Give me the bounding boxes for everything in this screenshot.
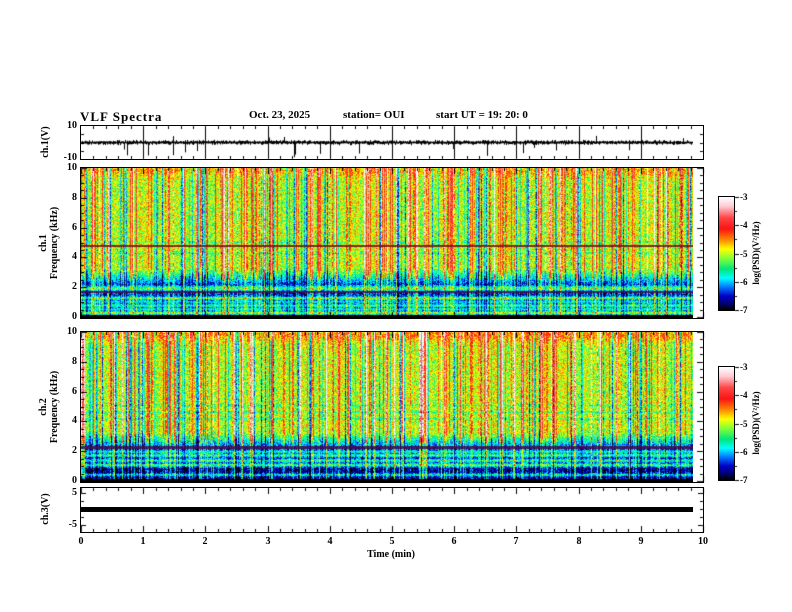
ch3-zero-line <box>81 507 693 512</box>
tick-label: 8 <box>72 356 77 367</box>
tick-label: 4 <box>72 251 77 262</box>
ch3-voltage-panel <box>80 487 704 533</box>
tick-label: -3 <box>740 192 748 202</box>
tick-label: 10 <box>67 120 77 131</box>
ch2-frequency-axis-label: ch.2 Frequency (kHz) <box>38 370 60 444</box>
ch1-frequency-axis-label: ch.1 Frequency (kHz) <box>38 206 60 280</box>
tick-label: 2 <box>72 445 77 456</box>
tick-label: 5 <box>389 536 395 547</box>
colorbar-ch1 <box>718 196 735 311</box>
tick-label: 10 <box>698 536 708 547</box>
figure-title: VLF Spectra <box>80 109 163 124</box>
tick-label: -6 <box>740 447 748 457</box>
tick-label: 2 <box>202 536 208 547</box>
station-label: station= OUI <box>343 109 405 121</box>
tick-label: 9 <box>638 536 644 547</box>
tick-label: 6 <box>451 536 457 547</box>
ch2-spectrogram-plot <box>81 332 693 482</box>
tick-label: -6 <box>740 277 748 287</box>
tick-label: 0 <box>78 536 84 547</box>
tick-label: -3 <box>740 362 748 372</box>
ch1-spectrogram-panel <box>80 167 704 319</box>
tick-label: -4 <box>740 220 748 230</box>
tick-label: -5 <box>68 519 77 530</box>
tick-label: -5 <box>740 419 748 429</box>
tick-label: 7 <box>513 536 519 547</box>
tick-label: 4 <box>327 536 333 547</box>
tick-label: -4 <box>740 390 748 400</box>
tick-label: 6 <box>72 222 77 233</box>
tick-label: 6 <box>72 386 77 397</box>
tick-label: 0 <box>72 311 77 322</box>
tick-label: 8 <box>72 192 77 203</box>
ch2-spectrogram-panel <box>80 331 704 483</box>
tick-label: -7 <box>740 475 748 485</box>
tick-label: -5 <box>740 249 748 259</box>
colorbar-ch2 <box>718 366 735 481</box>
colorbar-ch2-gradient <box>719 367 734 480</box>
tick-label: 2 <box>72 281 77 292</box>
tick-label: -7 <box>740 305 748 315</box>
ch1-waveform-panel <box>80 125 704 160</box>
tick-label: 8 <box>576 536 582 547</box>
tick-label: 4 <box>72 415 77 426</box>
time-axis-label: Time (min) <box>367 549 415 560</box>
date-label: Oct. 23, 2025 <box>249 109 311 121</box>
ch1-waveform-plot <box>81 126 693 159</box>
tick-label: 10 <box>67 326 77 337</box>
tick-label: 1 <box>140 536 146 547</box>
tick-label: 0 <box>72 475 77 486</box>
start-ut-label: start UT = 19: 20: 0 <box>436 109 528 121</box>
tick-label: 5 <box>72 487 77 498</box>
tick-label: 10 <box>67 162 77 173</box>
ch1-spectrogram-plot <box>81 168 693 318</box>
colorbar-ch1-gradient <box>719 197 734 310</box>
tick-label: 3 <box>265 536 271 547</box>
vlf-spectra-figure: VLF Spectra Oct. 23, 2025 station= OUI s… <box>0 0 792 612</box>
